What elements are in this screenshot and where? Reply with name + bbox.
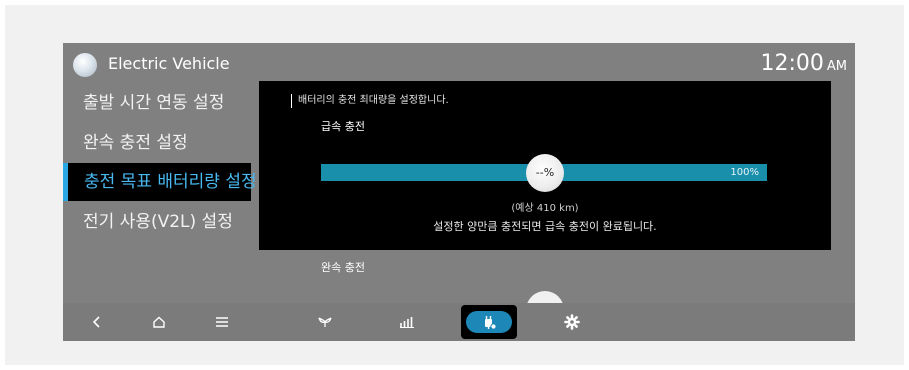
menu-icon (216, 317, 228, 327)
slider-knob[interactable]: --% (526, 154, 564, 192)
sidebar-item-slow-charge[interactable]: 완속 충전 설정 (83, 131, 188, 155)
sidebar-item-target-battery[interactable]: 충전 목표 배터리량 설정 (63, 163, 257, 201)
menu-button[interactable] (210, 303, 234, 341)
fast-charge-label: 급속 충전 (321, 120, 365, 133)
home-icon (153, 316, 165, 328)
bottom-dock (63, 303, 855, 341)
charge-limit-panel: 배터리의 충전 최대량을 설정합니다. 급속 충전 100% --% (예상 4… (259, 81, 831, 250)
app-title: Electric Vehicle (108, 54, 230, 73)
charge-note: 설정한 양만큼 충전되면 급속 충전이 완료됩니다. (433, 220, 657, 233)
range-estimate: (예상 410 km) (511, 203, 579, 214)
energy-bars-icon (400, 317, 414, 328)
back-button[interactable] (85, 303, 109, 341)
frame: Electric Vehicle 12:00 AM 출발 시간 연동 설정 완속 … (5, 5, 904, 365)
energy-button[interactable] (395, 303, 419, 341)
app-logo (73, 53, 97, 77)
panel-description: 배터리의 충전 최대량을 설정합니다. (291, 94, 449, 108)
eco-button[interactable] (313, 303, 337, 341)
ev-charge-button[interactable] (461, 305, 517, 339)
ev-charge-pill (466, 311, 512, 333)
eco-leaf-icon (318, 317, 332, 327)
clock: 12:00 AM (760, 51, 847, 80)
back-icon (92, 316, 100, 328)
sidebar-item-v2l[interactable]: 전기 사용(V2L) 설정 (83, 210, 233, 234)
ev-settings-screen: Electric Vehicle 12:00 AM 출발 시간 연동 설정 완속 … (63, 43, 855, 341)
slow-charge-label: 완속 충전 (321, 261, 365, 274)
settings-button[interactable] (560, 303, 584, 341)
sidebar-item-departure-time[interactable]: 출발 시간 연동 설정 (83, 91, 224, 115)
clock-time: 12:00 (760, 51, 824, 76)
clock-ampm: AM (826, 59, 847, 74)
ev-charge-icon (485, 316, 497, 330)
settings-gear-icon (564, 314, 580, 330)
home-button[interactable] (147, 303, 171, 341)
slider-max-label: 100% (730, 167, 759, 178)
